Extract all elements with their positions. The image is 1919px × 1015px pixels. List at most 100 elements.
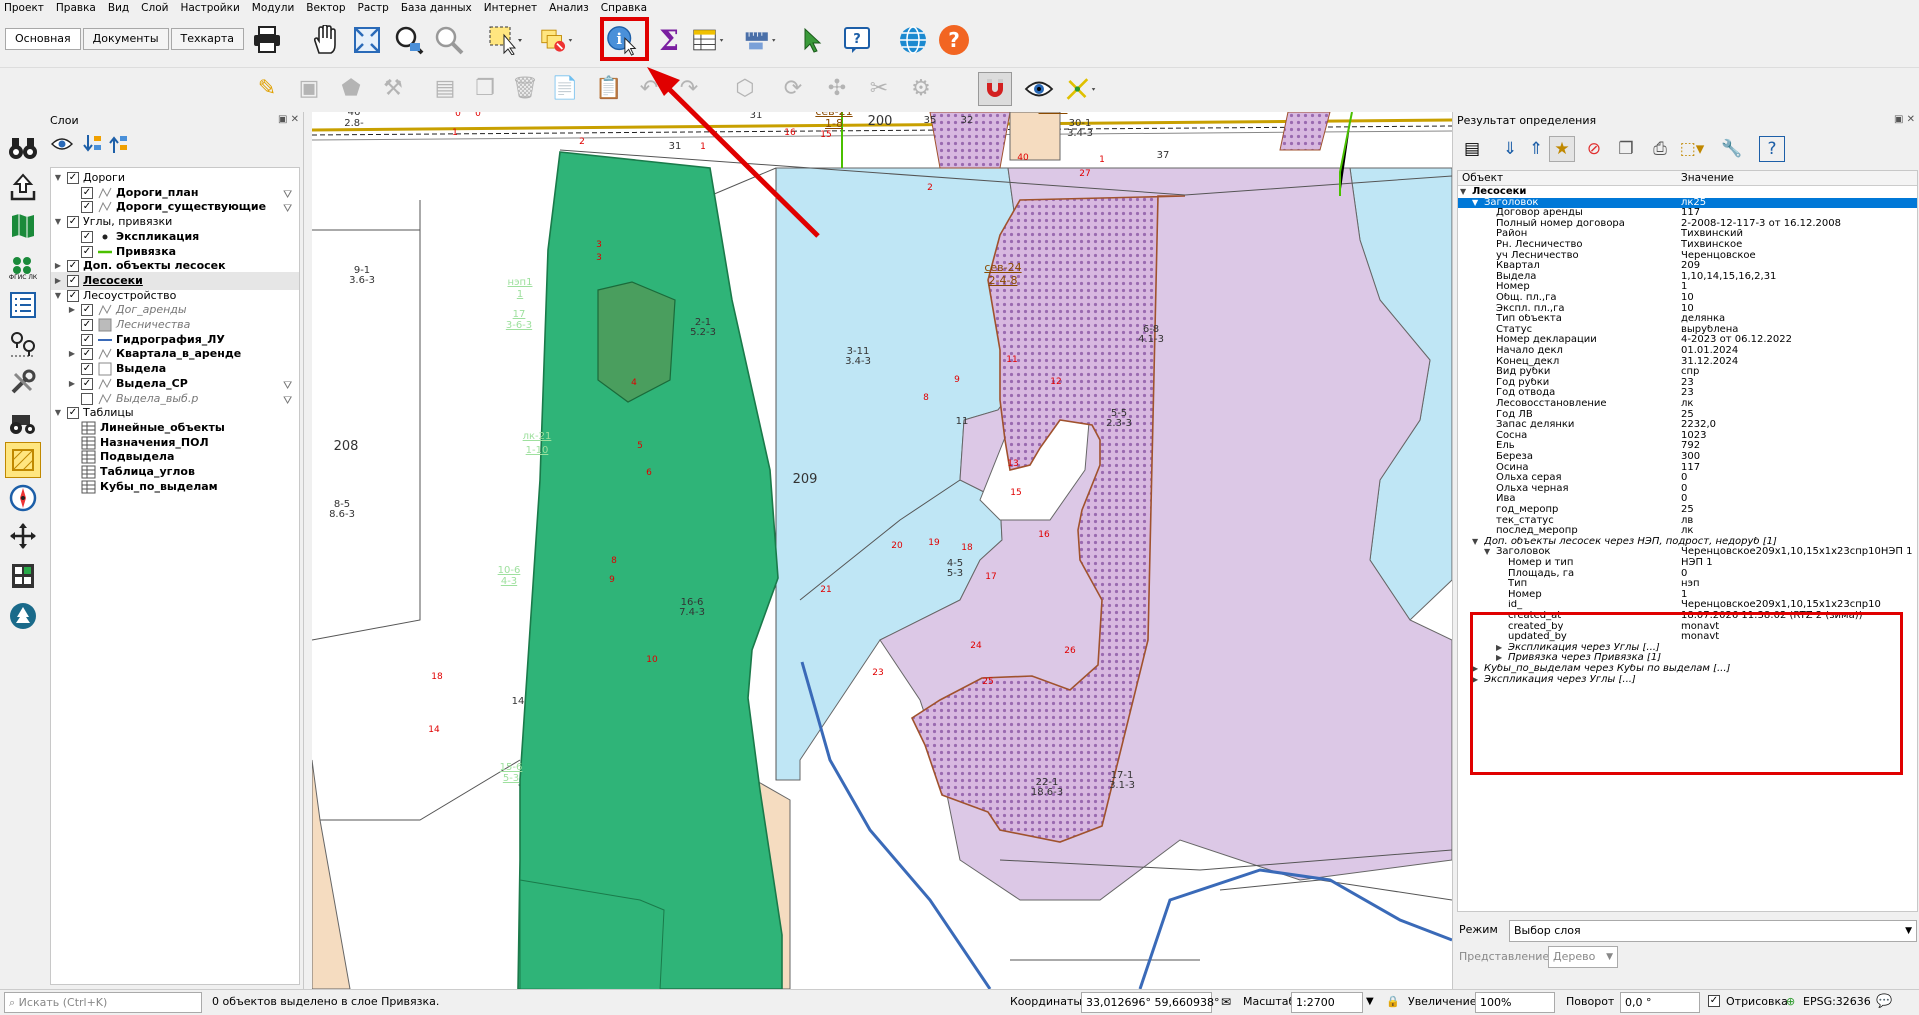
collapse-all-icon[interactable]: ⇑ [1523,136,1549,162]
split-icon[interactable]: ✣ [820,72,854,106]
print-results-icon[interactable]: ⎙ [1647,136,1673,162]
result-row[interactable]: Номер 1 [1458,282,1917,293]
layer-checkbox[interactable]: ✓ [81,348,93,361]
copy-features-icon[interactable]: ❐ [468,72,502,106]
menu-item[interactable]: Справка [601,0,647,16]
result-row[interactable]: ▼ Заголовок Черенцовское209х1,10,15х1х23сп… [1458,547,1917,558]
snapping-magnet-icon[interactable] [978,72,1012,106]
sort-up-icon[interactable] [106,132,130,156]
result-row[interactable]: Ель 792 [1458,441,1917,452]
result-row[interactable]: Сосна 1023 [1458,431,1917,442]
result-row[interactable]: Начало декл 01.01.2024 [1458,346,1917,357]
scale-field[interactable]: 1:2700 [1291,992,1363,1013]
map-book-icon[interactable] [5,208,41,244]
result-row[interactable]: Рн. Лесничество Тихвинское [1458,240,1917,251]
result-row[interactable]: Общ. пл.,га 10 [1458,293,1917,304]
result-row[interactable]: Договор аренды 117 [1458,208,1917,219]
coord-toggle-icon[interactable]: ✉ [1221,990,1231,1014]
column-value[interactable]: Значение [1681,171,1734,186]
cut-icon[interactable]: 📄 [548,72,582,106]
identify-mode-icon[interactable]: ⬚▾ [1679,136,1705,162]
list-checklist-icon[interactable] [5,287,41,323]
result-row[interactable]: Год рубки 23 [1458,378,1917,389]
measure-icon[interactable] [744,23,778,57]
zoom-full-icon[interactable] [350,23,384,57]
attribute-table-icon[interactable] [692,23,726,57]
binoculars-icon[interactable] [5,130,41,166]
help-circle-icon[interactable]: ? [937,23,971,57]
copy-feature-icon[interactable]: ❐ [1613,136,1639,162]
result-row[interactable]: ▼ Лесосеки [1458,187,1917,198]
messages-icon[interactable]: 💬 [1876,990,1892,1014]
result-row[interactable]: Номер 1 [1458,590,1917,601]
zoom-layer-icon[interactable] [392,23,426,57]
sort-down-icon[interactable] [80,132,104,156]
vertex-tool-icon[interactable]: ⚒ [376,72,410,106]
layer-checkbox[interactable]: ✓ [67,260,79,273]
select-arrow-icon[interactable] [795,23,829,57]
tractor-icon[interactable] [5,404,41,440]
result-row[interactable]: Осина 117 [1458,463,1917,474]
chevron-down-icon[interactable]: ▼ [1472,537,1478,548]
reshape-icon[interactable]: ⟳ [776,72,810,106]
compass-icon[interactable] [5,480,41,516]
menu-item[interactable]: Растр [358,0,389,16]
layer-checkbox[interactable]: ✓ [81,363,93,376]
result-row[interactable]: Ива 0 [1458,494,1917,505]
layer-row[interactable]: Кубы_по_выделам [51,478,299,496]
tab-1[interactable]: Основная [5,28,81,50]
location-pins-icon[interactable] [5,326,41,362]
redo-icon[interactable]: ↷ [672,72,706,106]
result-row[interactable]: Ольха серая 0 [1458,473,1917,484]
layer-checkbox[interactable]: ✓ [81,201,93,214]
statistics-sigma-icon[interactable]: Σ [652,23,686,57]
delete-icon[interactable]: 🗑 [508,72,542,106]
calculator-icon[interactable] [5,558,41,594]
result-row[interactable]: id_ Черенцовское209х1,10,15х1х23спр10 [1458,600,1917,611]
result-row[interactable]: Год отвода 23 [1458,388,1917,399]
locator-search-input[interactable]: ⌕ Искать (Ctrl+K) [4,992,202,1013]
paste-icon[interactable]: 📋 [592,72,626,106]
result-row[interactable]: Тип нэп [1458,579,1917,590]
result-row[interactable]: Полный номер договора 2-2008-12-117-3 от … [1458,219,1917,230]
result-row[interactable]: Тип объекта делянка [1458,314,1917,325]
result-row[interactable]: Номер декларации 4-2023 от 06.12.2022 [1458,335,1917,346]
tab-3[interactable]: Техкарта [170,28,245,50]
undo-icon[interactable]: ↶ [632,72,666,106]
layer-checkbox[interactable]: ✓ [81,186,93,199]
layer-checkbox[interactable]: ✓ [67,274,79,287]
result-row[interactable]: Лесовосстановление лк [1458,399,1917,410]
clear-results-icon[interactable]: ⊘ [1581,136,1607,162]
modify-attributes-icon[interactable]: ▤ [428,72,462,106]
result-row[interactable]: Запас делянки 2232,0 [1458,420,1917,431]
chevron-down-icon[interactable]: ▼ [1484,547,1490,558]
result-row[interactable]: Год ЛВ 25 [1458,410,1917,421]
tab-2[interactable]: Документы [82,28,169,50]
scale-dropdown-icon[interactable]: ▼ [1366,990,1374,1014]
layer-visibility-eye-icon[interactable] [50,132,74,156]
deselect-icon[interactable] [540,23,574,57]
result-row[interactable]: Район Тихвинский [1458,229,1917,240]
expand-tree-icon[interactable]: ▤ [1459,136,1485,162]
result-row[interactable]: Статус вырублена [1458,325,1917,336]
menu-item[interactable]: Слой [141,0,168,16]
crs-icon[interactable]: ⊕ [1786,990,1795,1014]
result-row[interactable]: Ольха черная 0 [1458,484,1917,495]
lock-icon[interactable]: 🔒 [1386,990,1400,1014]
result-row[interactable]: Береза 300 [1458,452,1917,463]
layer-checkbox[interactable]: ✓ [67,407,79,420]
result-row[interactable]: тек_статус лв [1458,516,1917,527]
view-eye-icon[interactable] [1022,72,1056,106]
layer-checkbox[interactable]: ✓ [81,245,93,258]
rotation-field[interactable]: 0,0 ° [1620,992,1700,1013]
layer-checkbox[interactable]: ✓ [81,319,93,331]
result-row[interactable]: Вид рубки спр [1458,367,1917,378]
tools-wrench-icon[interactable] [5,364,41,400]
result-row[interactable]: послед_меропр лк [1458,526,1917,537]
upload-icon[interactable] [5,169,41,205]
result-row[interactable]: Конец_декл 31.12.2024 [1458,357,1917,368]
layer-checkbox[interactable]: ✓ [81,377,93,390]
forest-tree-icon[interactable] [5,598,41,634]
menu-item[interactable]: Анализ [549,0,589,16]
move-arrows-icon[interactable] [5,518,41,554]
